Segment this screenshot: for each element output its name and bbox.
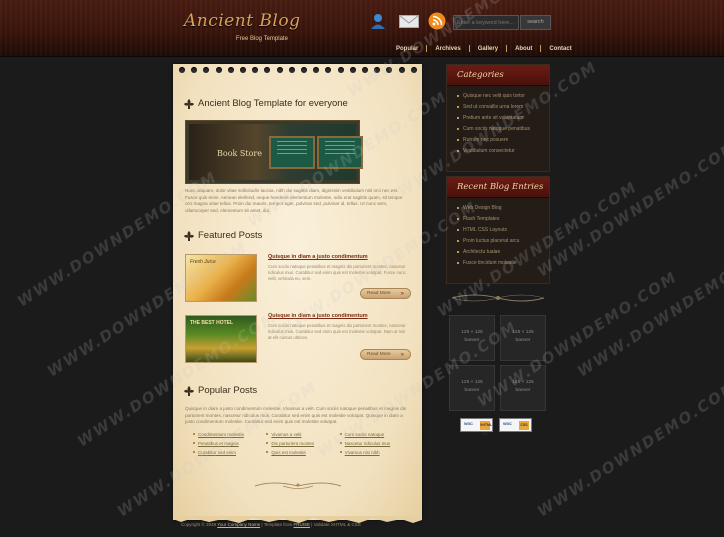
content-paper: Ancient Blog Template for everyone Book …	[173, 64, 422, 523]
watermark-text: WWW.DOWNDEMO.COM	[534, 377, 724, 521]
rss-icon[interactable]	[428, 12, 446, 30]
popular-links: Condimentum molestie Vivamus a velit Cum…	[193, 432, 413, 455]
book-store-banner[interactable]: Book Store	[185, 120, 363, 184]
intro-text: Nunc aliquam, dolor vitae sollicitudin l…	[185, 188, 403, 213]
category-link[interactable]: Sed ut convallis urna lorem	[457, 102, 549, 113]
recent-entry-link[interactable]: Web Design Blog	[457, 203, 549, 214]
featured-title: Featured Posts	[198, 230, 263, 241]
main-nav: Popular Archives Gallery About Contact	[388, 45, 580, 52]
categories-list: Quisque nec velit quis tortor Sed ut con…	[447, 86, 549, 157]
site-footer: Copyright © 2048 Your Company Name | Tem…	[181, 522, 361, 527]
popular-link[interactable]: Dis parturient montes	[266, 441, 339, 446]
recent-entries-box: Recent Blog Entries Web Design Blog Flas…	[446, 176, 550, 284]
ad-size: 125 × 125	[512, 380, 534, 385]
badge-version: XHTML 1.0	[480, 421, 493, 436]
search-input[interactable]	[453, 15, 519, 30]
featured-post-text: Cum sociis natoque penatibus et magnis d…	[268, 264, 406, 281]
popular-link[interactable]: Cum sociis natoque	[339, 432, 413, 437]
popular-title: Popular Posts	[198, 385, 258, 396]
thumbnail-label: Fresh Juice	[190, 259, 216, 265]
featured-post-title[interactable]: Quisque in diam a justo condimentum	[268, 313, 368, 319]
featured-post-title[interactable]: Quisque in diam a justo condimentum	[268, 254, 368, 260]
featured-post-text: Cum sociis natoque penatibus et magnis d…	[268, 323, 406, 340]
popular-link[interactable]: Nascetur ridiculus mus	[339, 441, 413, 446]
xhtml-valid-badge[interactable]: W3C XHTML 1.0	[460, 418, 493, 436]
recent-entries-list: Web Design Blog Flash Templates HTML CSS…	[447, 198, 549, 269]
template-from-text: | Template from	[261, 522, 293, 527]
ad-size: 125 × 125	[461, 330, 483, 335]
categories-box: Categories Quisque nec velit quis tortor…	[446, 64, 550, 172]
badge-version: CSS	[519, 421, 529, 430]
ad-label: banner	[464, 388, 480, 393]
ad-banner[interactable]: 125 × 125 banner	[500, 365, 546, 411]
search-form: search	[453, 15, 551, 30]
categories-heading: Categories	[447, 65, 549, 86]
featured-thumbnail[interactable]: Fresh Juice	[185, 254, 257, 302]
ad-size: 125 × 125	[512, 330, 534, 335]
recent-entry-link[interactable]: Proin luctus placerat arcu	[457, 236, 549, 247]
ad-label: banner	[464, 338, 480, 343]
site-tagline: Free Blog Template	[236, 36, 288, 42]
read-more-button[interactable]: Read More	[360, 349, 411, 360]
popular-link[interactable]: Curabitur sed enim	[193, 450, 266, 455]
site-logo[interactable]: Ancient Blog	[184, 11, 300, 31]
recent-entries-heading: Recent Blog Entries	[447, 177, 549, 198]
fleur-de-lis-icon	[184, 99, 194, 109]
read-more-button[interactable]: Read More	[360, 288, 411, 299]
ad-size: 125 × 125	[461, 380, 483, 385]
recent-entry-link[interactable]: Architectu tualae	[457, 247, 549, 258]
nav-popular[interactable]: Popular	[388, 46, 426, 52]
nav-contact[interactable]: Contact	[541, 46, 579, 52]
chalkboard-graphic	[269, 136, 315, 169]
recent-entry-link[interactable]: HTML CSS Layouts	[457, 225, 549, 236]
nav-gallery[interactable]: Gallery	[470, 46, 506, 52]
site-header: Ancient Blog Free Blog Template search P…	[0, 0, 724, 57]
popular-link[interactable]: Penatibus et magnis	[193, 441, 266, 446]
watermark-text: WWW.DOWNDEMO.COM	[574, 237, 724, 381]
company-link[interactable]: Your Company Name	[217, 522, 260, 527]
thumbnail-label: THE BEST HOTEL	[190, 320, 234, 326]
featured-thumbnail[interactable]: THE BEST HOTEL	[185, 315, 257, 363]
popular-link[interactable]: Vivamus a velit	[266, 432, 339, 437]
popular-text: Quisque in diam a justo condimentum mole…	[185, 406, 407, 424]
badge-name: W3C	[503, 421, 512, 426]
css-valid-badge[interactable]: W3C CSS	[499, 418, 532, 432]
ad-label: banner	[515, 388, 531, 393]
ad-label: banner	[515, 338, 531, 343]
fleur-de-lis-icon	[184, 231, 194, 241]
chalkboard-graphic	[317, 136, 363, 169]
recent-entry-link[interactable]: Flash Templates	[457, 214, 549, 225]
binder-holes	[179, 67, 417, 74]
category-link[interactable]: Quisque nec velit quis tortor	[457, 91, 549, 102]
fleur-de-lis-icon	[184, 386, 194, 396]
template-link[interactable]: FRUISE	[294, 522, 311, 527]
ad-banner[interactable]: 125 × 125 banner	[500, 315, 546, 361]
validate-text: | Validate XHTML & CSS	[311, 522, 361, 527]
intro-title: Ancient Blog Template for everyone	[198, 98, 348, 109]
search-button[interactable]: search	[520, 15, 551, 30]
category-link[interactable]: Cum sociis natoque penatibus	[457, 124, 549, 135]
nav-archives[interactable]: Archives	[427, 46, 468, 52]
user-icon[interactable]	[369, 12, 387, 30]
popular-link[interactable]: Vivamus nisi nibh	[339, 450, 413, 455]
recent-entry-link[interactable]: Fusce tincidunt molestie	[457, 258, 549, 269]
ad-banner[interactable]: 125 × 125 banner	[449, 315, 495, 361]
category-link[interactable]: Vestibulum consectetur	[457, 146, 549, 157]
badge-name: W3C	[464, 421, 473, 426]
copyright-text: Copyright © 2048	[181, 522, 217, 527]
watermark-text: WWW.DOWNDEMO.COM	[534, 137, 724, 281]
category-link[interactable]: Rutrum nec posuere	[457, 135, 549, 146]
category-link[interactable]: Pretium ante sit voluptatum	[457, 113, 549, 124]
scroll-ornament	[254, 482, 342, 489]
ad-banner[interactable]: 125 × 125 banner	[449, 365, 495, 411]
mail-icon[interactable]	[399, 15, 419, 28]
nav-about[interactable]: About	[507, 46, 540, 52]
sidebar-ornament	[451, 294, 545, 302]
popular-link[interactable]: Quis est molestie	[266, 450, 339, 455]
popular-link[interactable]: Condimentum molestie	[193, 432, 266, 437]
banner-label: Book Store	[217, 149, 262, 158]
